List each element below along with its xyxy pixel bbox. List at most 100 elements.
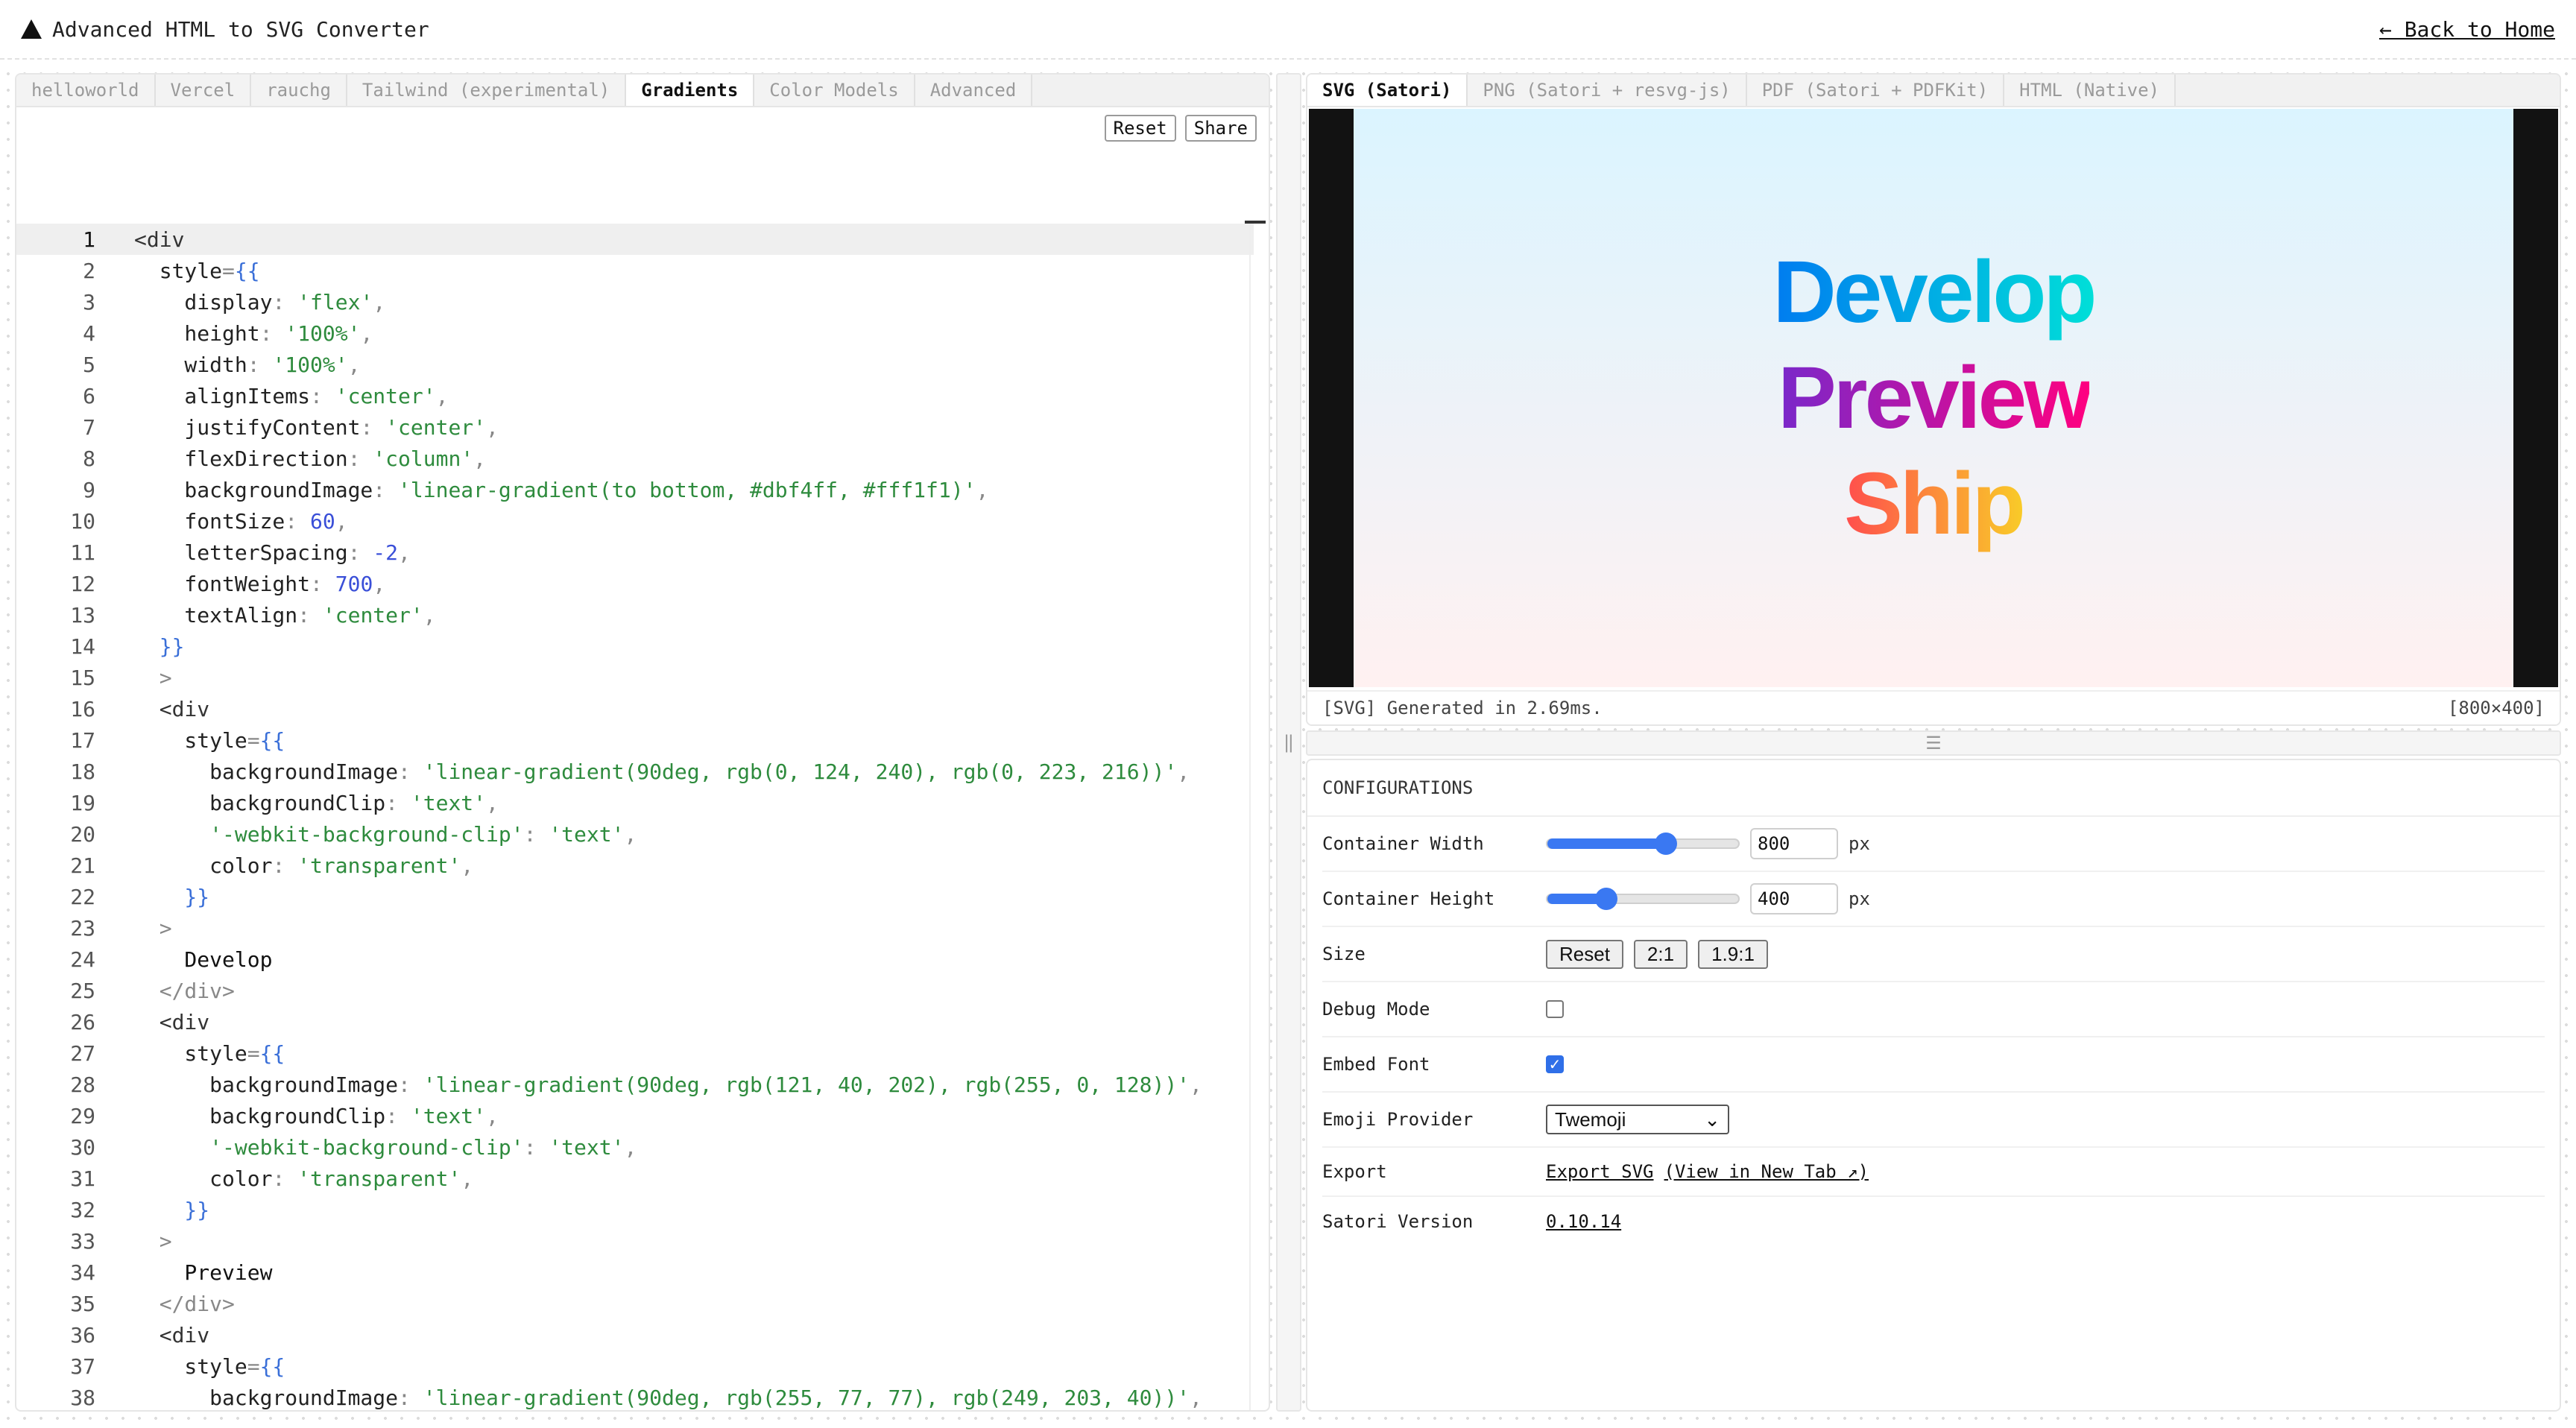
code-token: style	[134, 1353, 247, 1379]
tab-vercel[interactable]: Vercel	[155, 75, 252, 106]
line-number: 19	[70, 790, 95, 815]
slider-thumb[interactable]	[1595, 888, 1618, 910]
line-number: 30	[70, 1134, 95, 1160]
code-line[interactable]: 5 width: '100%',	[16, 349, 1254, 380]
code-line[interactable]: 2 style={{	[16, 255, 1254, 286]
code-line[interactable]: 7 justifyContent: 'center',	[16, 411, 1254, 443]
horizontal-splitter-handle[interactable]: ☰	[1306, 730, 2561, 756]
code-line[interactable]: 11 letterSpacing: -2,	[16, 537, 1254, 568]
embed-font-checkbox[interactable]: ✓	[1546, 1055, 1564, 1073]
share-button[interactable]: Share	[1184, 115, 1257, 142]
code-text: alignItems: 'center',	[95, 384, 448, 408]
code-line[interactable]: 1 <div	[16, 224, 1254, 255]
line-number: 37	[70, 1353, 95, 1379]
back-to-home-link[interactable]: ← Back to Home	[2379, 17, 2555, 42]
code-token: :	[385, 1103, 411, 1128]
tab-advanced[interactable]: Advanced	[915, 75, 1033, 106]
code-token: ,	[461, 1166, 474, 1191]
code-line[interactable]: 26 <div	[16, 1006, 1254, 1037]
code-token: <div	[134, 1322, 210, 1348]
code-line[interactable]: 6 alignItems: 'center',	[16, 380, 1254, 411]
preview-tab-png-satori-resvg-js[interactable]: PNG (Satori + resvg-js)	[1468, 75, 1747, 106]
code-line[interactable]: 30 '-webkit-background-clip': 'text',	[16, 1131, 1254, 1163]
code-text: backgroundImage: 'linear-gradient(90deg,…	[95, 1072, 1202, 1097]
preview-tab-pdf-satori-pdfkit[interactable]: PDF (Satori + PDFKit)	[1746, 75, 2005, 106]
code-line[interactable]: 19 backgroundClip: 'text',	[16, 787, 1254, 818]
size-2-1-button[interactable]: 2:1	[1633, 939, 1688, 969]
view-in-new-tab-link[interactable]: (View in New Tab ↗)	[1664, 1161, 1869, 1182]
code-line[interactable]: 34 Preview	[16, 1257, 1254, 1288]
code-line[interactable]: 31 color: 'transparent',	[16, 1163, 1254, 1194]
code-token: <div	[134, 227, 185, 252]
code-line[interactable]: 38 backgroundImage: 'linear-gradient(90d…	[16, 1382, 1254, 1410]
editor-scrollbar[interactable]	[1249, 224, 1269, 1410]
code-text: Develop	[95, 947, 272, 972]
slider-thumb[interactable]	[1654, 833, 1677, 855]
satori-version-link[interactable]: 0.10.14	[1546, 1211, 1621, 1232]
export-svg-link[interactable]: Export SVG	[1546, 1161, 1654, 1182]
emoji-provider-label: Emoji Provider	[1322, 1109, 1474, 1130]
code-line[interactable]: 33 >	[16, 1225, 1254, 1257]
size-reset-button[interactable]: Reset	[1546, 939, 1623, 969]
preview-tab-svg-satori[interactable]: SVG (Satori)	[1307, 75, 1468, 106]
code-line[interactable]: 21 color: 'transparent',	[16, 850, 1254, 881]
code-token: fontWeight	[134, 571, 311, 596]
code-line[interactable]: 25 </div>	[16, 975, 1254, 1006]
preview-canvas-frame: Develop Preview Ship	[1309, 109, 2558, 687]
code-token: display	[134, 289, 273, 315]
code-line[interactable]: 29 backgroundClip: 'text',	[16, 1100, 1254, 1131]
tab-rauchg[interactable]: rauchg	[251, 75, 347, 106]
size-1-9-1-button[interactable]: 1.9:1	[1698, 939, 1768, 969]
code-line[interactable]: 24 Develop	[16, 944, 1254, 975]
code-line[interactable]: 3 display: 'flex',	[16, 286, 1254, 317]
emoji-provider-select[interactable]: Twemoji ⌄	[1546, 1105, 1729, 1134]
code-line[interactable]: 9 backgroundImage: 'linear-gradient(to b…	[16, 474, 1254, 505]
line-number: 14	[70, 634, 95, 659]
line-number: 15	[70, 665, 95, 690]
reset-code-button[interactable]: Reset	[1104, 115, 1176, 142]
tab-gradients[interactable]: Gradients	[626, 75, 755, 106]
code-line[interactable]: 23 >	[16, 912, 1254, 944]
tab-helloworld[interactable]: helloworld	[16, 75, 156, 106]
code-line[interactable]: 27 style={{	[16, 1037, 1254, 1069]
code-line[interactable]: 22 }}	[16, 881, 1254, 912]
top-bar: Advanced HTML to SVG Converter ← Back to…	[0, 0, 2576, 60]
code-text: style={{	[95, 259, 260, 283]
code-line[interactable]: 8 flexDirection: 'column',	[16, 443, 1254, 474]
preview-tab-html-native[interactable]: HTML (Native)	[2004, 75, 2176, 106]
debug-mode-checkbox[interactable]	[1546, 1000, 1564, 1018]
container-height-slider[interactable]	[1546, 888, 1740, 910]
container-height-input[interactable]: 400	[1750, 883, 1838, 914]
code-line[interactable]: 10 fontSize: 60,	[16, 505, 1254, 537]
code-line[interactable]: 32 }}	[16, 1194, 1254, 1225]
tab-color-models[interactable]: Color Models	[754, 75, 915, 106]
code-line[interactable]: 14 }}	[16, 631, 1254, 662]
code-token: <div	[134, 696, 210, 721]
code-line[interactable]: 15 >	[16, 662, 1254, 693]
vertical-splitter-handle[interactable]: ‖	[1276, 73, 1301, 1412]
code-token: ,	[1190, 1385, 1202, 1410]
code-token: =	[222, 258, 235, 283]
code-line[interactable]: 37 style={{	[16, 1350, 1254, 1382]
container-width-slider[interactable]	[1546, 833, 1740, 855]
code-token: textAlign	[134, 602, 298, 628]
code-line[interactable]: 20 '-webkit-background-clip': 'text',	[16, 818, 1254, 850]
code-line[interactable]: 35 </div>	[16, 1288, 1254, 1319]
code-text: justifyContent: 'center',	[95, 415, 498, 440]
code-line[interactable]: 16 <div	[16, 693, 1254, 724]
code-token: fontSize	[134, 508, 285, 534]
code-line[interactable]: 13 textAlign: 'center',	[16, 599, 1254, 631]
code-line[interactable]: 17 style={{	[16, 724, 1254, 756]
code-line[interactable]: 36 <div	[16, 1319, 1254, 1350]
slider-fill	[1547, 838, 1666, 849]
editor-actions: Reset Share	[1104, 115, 1257, 142]
code-text: backgroundClip: 'text',	[95, 1104, 499, 1128]
code-editor[interactable]: 1 <div 2 style={{3 display: 'flex', 4 heigh…	[16, 224, 1254, 1410]
code-line[interactable]: 28 backgroundImage: 'linear-gradient(90d…	[16, 1069, 1254, 1100]
tab-tailwind-experimental[interactable]: Tailwind (experimental)	[347, 75, 627, 106]
code-line[interactable]: 4 height: '100%',	[16, 317, 1254, 349]
code-text: }}	[95, 885, 209, 909]
code-line[interactable]: 18 backgroundImage: 'linear-gradient(90d…	[16, 756, 1254, 787]
container-width-input[interactable]: 800	[1750, 828, 1838, 859]
code-line[interactable]: 12 fontWeight: 700,	[16, 568, 1254, 599]
